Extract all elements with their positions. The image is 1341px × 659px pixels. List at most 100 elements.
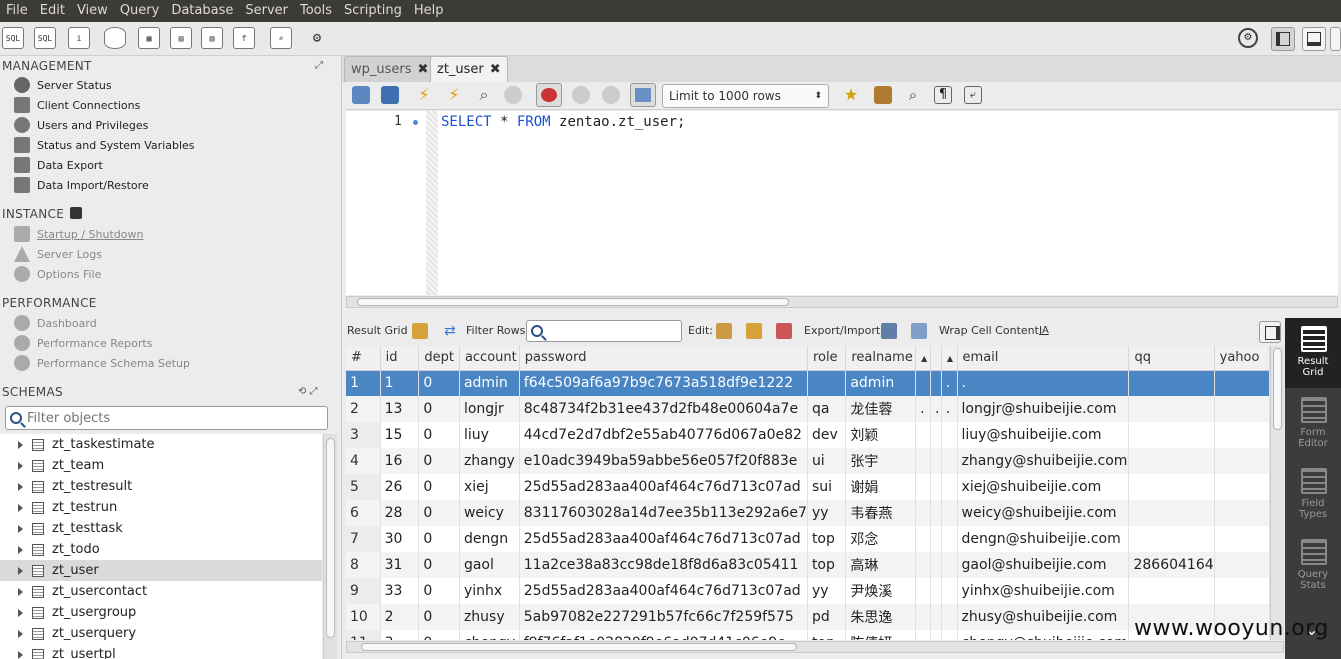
table-cell[interactable] [941, 552, 958, 578]
scrollbar-thumb[interactable] [357, 298, 789, 306]
table-cell[interactable] [941, 448, 958, 474]
expand-arrow-icon[interactable] [18, 566, 23, 575]
table-cell[interactable] [1128, 370, 1215, 396]
table-cell[interactable]: 龙佳蓉 [845, 396, 917, 422]
table-cell[interactable]: 2 [380, 604, 420, 630]
row-number-cell[interactable]: 6 [346, 500, 381, 526]
preferences-gear-icon[interactable]: ⚙ [1238, 28, 1258, 48]
row-number-cell[interactable]: 8 [346, 552, 381, 578]
table-cell[interactable]: liuy@shuibeijie.com [957, 422, 1130, 448]
open-sql-script-icon[interactable]: SQL [34, 27, 56, 49]
table-cell[interactable] [915, 370, 931, 396]
table-cell[interactable]: 0 [418, 448, 460, 474]
table-cell[interactable]: weicy@shuibeijie.com [957, 500, 1130, 526]
table-cell[interactable] [1214, 370, 1270, 396]
tree-item-zt-team[interactable]: zt_team [0, 455, 322, 476]
tree-item-zt-testresult[interactable]: zt_testresult [0, 476, 322, 497]
refresh-icon[interactable]: ⇄ [444, 323, 460, 339]
schema-tree-scrollbar[interactable] [323, 434, 337, 659]
nav-data-import[interactable]: Data Import/Restore [14, 175, 149, 195]
sql-editor[interactable]: 1 SELECT * FROM zentao.zt_user; [346, 111, 1338, 295]
table-cell[interactable] [915, 604, 931, 630]
result-horizontal-scrollbar[interactable] [346, 641, 1284, 653]
create-view-icon[interactable]: ▤ [170, 27, 192, 49]
table-cell[interactable]: 邓念 [845, 526, 917, 552]
table-cell[interactable]: e10adc3949ba59abbe56e057f20f883e [519, 448, 808, 474]
edit-row-icon[interactable] [716, 323, 732, 339]
filter-rows-input[interactable] [526, 320, 682, 342]
table-cell[interactable]: 0 [418, 474, 460, 500]
row-number-cell[interactable]: 9 [346, 578, 381, 604]
table-cell[interactable]: 33 [380, 578, 420, 604]
table-cell[interactable] [930, 630, 942, 640]
schema-filter-input[interactable] [27, 410, 317, 426]
table-row[interactable]: 4 16 0 zhangy e10adc3949ba59abbe56e057f20f88… [346, 448, 1270, 474]
create-procedure-icon[interactable]: ▥ [201, 27, 223, 49]
tree-item-zt-todo[interactable]: zt_todo [0, 539, 322, 560]
delete-row-icon[interactable] [776, 323, 792, 339]
refresh-schemas-icon[interactable]: ⟲ ⤢ [298, 386, 318, 397]
table-cell[interactable]: 0 [418, 630, 460, 640]
table-cell[interactable]: chenqy [459, 630, 520, 640]
import-icon[interactable] [911, 323, 927, 339]
execute-icon[interactable]: ⚡ [415, 86, 433, 104]
table-cell[interactable] [941, 604, 958, 630]
toggle-continue-on-error-icon[interactable] [536, 83, 562, 107]
open-file-icon[interactable] [352, 86, 370, 104]
table-cell[interactable]: yinhx [459, 578, 520, 604]
table-cell[interactable]: gaol@shuibeijie.com [957, 552, 1130, 578]
table-cell[interactable] [1214, 578, 1270, 604]
table-cell[interactable] [1214, 552, 1270, 578]
beautify-icon[interactable] [874, 86, 892, 104]
expand-arrow-icon[interactable] [18, 482, 23, 491]
table-row[interactable]: 10 2 0 zhusy 5ab97082e227291b57fc66c7f259f57… [346, 604, 1270, 630]
table-cell[interactable]: 3 [380, 630, 420, 640]
table-cell[interactable]: . [915, 396, 931, 422]
table-cell[interactable] [1128, 422, 1215, 448]
row-number-cell[interactable]: 7 [346, 526, 381, 552]
table-cell[interactable]: . [941, 396, 958, 422]
column-header-collapsed[interactable] [930, 346, 942, 371]
table-cell[interactable]: 5ab97082e227291b57fc66c7f259f575 [519, 604, 808, 630]
table-cell[interactable]: longjr [459, 396, 520, 422]
insert-row-icon[interactable] [746, 323, 762, 339]
open-inspector-icon[interactable]: i [68, 27, 90, 49]
table-cell[interactable]: longjr@shuibeijie.com [957, 396, 1130, 422]
column-header-dept[interactable]: dept [418, 346, 460, 371]
expand-icon[interactable]: ⤢ [315, 60, 323, 71]
table-cell[interactable]: chenqy@shuibeijie.com [957, 630, 1130, 640]
search-table-data-icon[interactable]: ⌕ [270, 27, 292, 49]
tree-item-zt-user[interactable]: zt_user [0, 560, 322, 581]
table-cell[interactable]: top [807, 526, 847, 552]
toggle-sidebar-button[interactable] [1271, 27, 1295, 51]
table-cell[interactable]: 0 [418, 500, 460, 526]
table-cell[interactable] [930, 370, 942, 396]
create-function-icon[interactable]: f [233, 27, 255, 49]
nav-options-file[interactable]: Options File [14, 264, 101, 284]
table-cell[interactable]: dev [807, 422, 847, 448]
table-cell[interactable] [941, 500, 958, 526]
table-cell[interactable] [930, 604, 942, 630]
table-cell[interactable]: 31 [380, 552, 420, 578]
table-cell[interactable]: 朱思逸 [845, 604, 917, 630]
column-header-realname[interactable]: realname [845, 346, 917, 371]
menu-tools[interactable]: Tools [294, 0, 338, 22]
table-cell[interactable]: top [807, 552, 847, 578]
table-cell[interactable] [915, 474, 931, 500]
tree-item-zt-testrun[interactable]: zt_testrun [0, 497, 322, 518]
menu-server[interactable]: Server [239, 0, 294, 22]
nav-data-export[interactable]: Data Export [14, 155, 103, 175]
table-cell[interactable]: pd [807, 604, 847, 630]
table-cell[interactable]: weicy [459, 500, 520, 526]
column-header-collapsed[interactable]: ▲ [941, 346, 958, 371]
nav-server-logs[interactable]: Server Logs [14, 244, 102, 264]
scrollbar-thumb[interactable] [361, 643, 797, 651]
menu-view[interactable]: View [71, 0, 114, 22]
table-cell[interactable] [1214, 500, 1270, 526]
menu-scripting[interactable]: Scripting [338, 0, 408, 22]
table-cell[interactable]: 25d55ad283aa400af464c76d713c07ad [519, 474, 808, 500]
table-cell[interactable]: 0 [418, 526, 460, 552]
table-cell[interactable]: 0 [418, 422, 460, 448]
row-number-cell[interactable]: 3 [346, 422, 381, 448]
table-cell[interactable]: 25d55ad283aa400af464c76d713c07ad [519, 578, 808, 604]
